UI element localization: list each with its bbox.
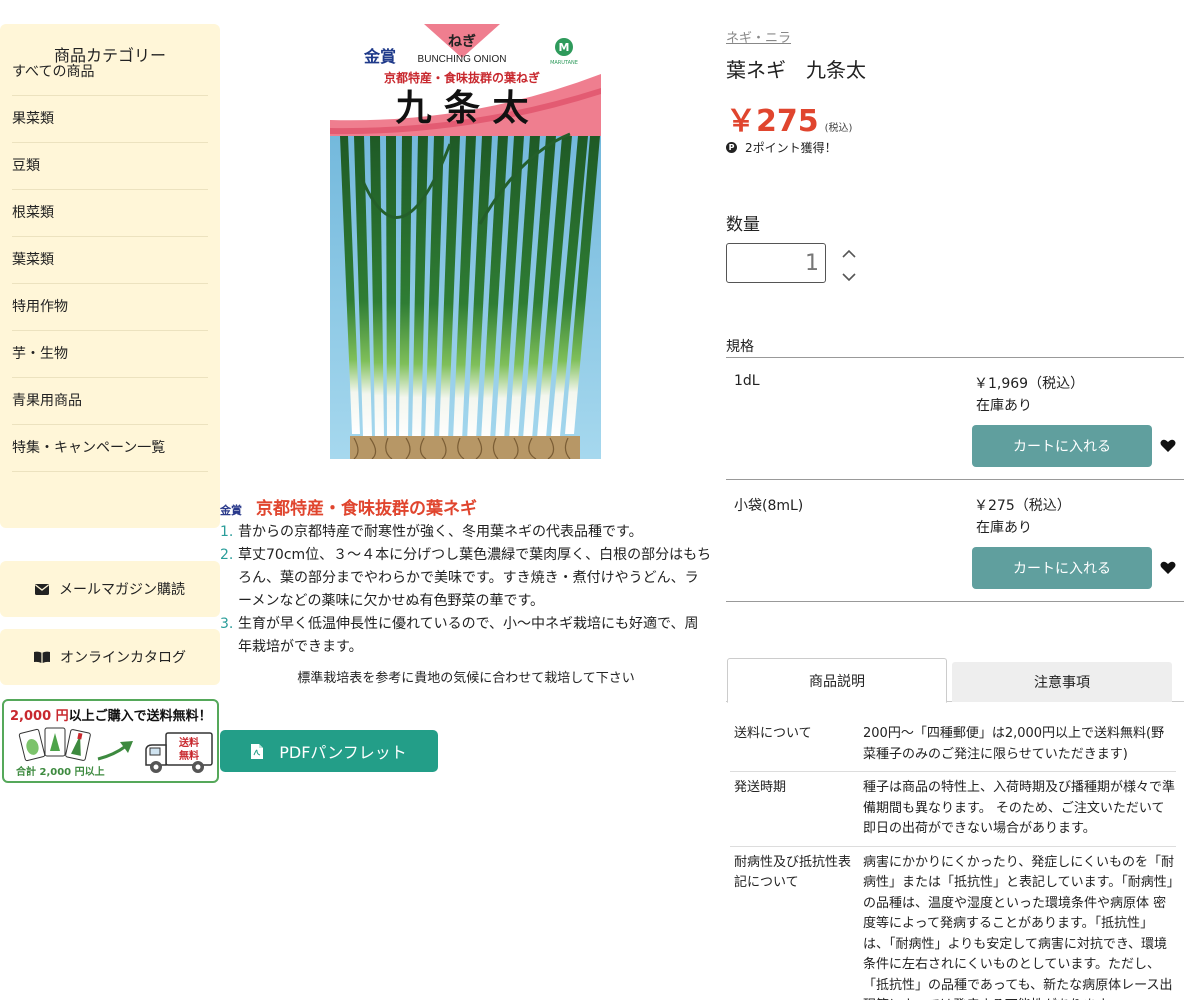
favorite-heart-icon[interactable]	[1160, 438, 1176, 454]
description-heading: 金賞 京都特産・食味抜群の葉ネギ	[220, 494, 720, 519]
feature-number: 1.	[220, 524, 234, 540]
info-value: 200円～「四種郵便」は2,000円以上で送料無料(野菜種子のみのご発注に限らせ…	[863, 726, 1165, 762]
variant-stock: 在庫あり	[976, 520, 1032, 536]
mail-magazine-button[interactable]: メールマガジン購読	[0, 561, 220, 617]
points-icon: P	[726, 142, 737, 153]
pdf-pamphlet-button[interactable]: PDFパンフレット	[220, 730, 438, 772]
feature-text: 生育が早く低温伸長性に優れているので、小～中ネギ栽培にも好適で、周年栽培ができま…	[238, 616, 699, 655]
info-key: 送料について	[734, 726, 812, 741]
free-shipping-banner[interactable]: 2,000 円以上ご購入で送料無料！ 送料 無料 合計 2,000 円以上	[2, 699, 219, 783]
variant-price: ￥1,969（税込）	[974, 376, 1085, 392]
quantity-input[interactable]	[726, 243, 826, 283]
tab-notes[interactable]: 注意事項	[952, 662, 1172, 702]
cultivation-note: 標準栽培表を参考に貴地の気候に合わせて栽培して下さい	[297, 671, 635, 686]
variant-price: ￥275（税込）	[974, 498, 1071, 514]
feature-list: 1. 昔からの京都特産で耐寒性が強く、冬用葉ネギの代表品種です。 2. 草丈70cm…	[220, 521, 712, 659]
category-item-campaigns[interactable]: 特集・キャンペーン一覧	[12, 425, 208, 472]
product-image: 金賞 ねぎ BUNCHING ONION M MARUTANE 京都特産・食味抜…	[330, 24, 601, 459]
open-book-icon	[34, 651, 50, 663]
package-variety: 九 条 太	[395, 87, 528, 129]
delivery-truck-icon: 送料 無料	[145, 732, 213, 773]
tab-description[interactable]: 商品説明	[727, 658, 947, 703]
quantity-increase-button[interactable]	[838, 244, 860, 262]
info-value: 種子は商品の特性上、入荷時期及び播種期が様々で準備期間も異なります。 そのため、…	[863, 780, 1176, 836]
quantity-label: 数量	[726, 215, 760, 235]
category-item-special-crops[interactable]: 特用作物	[12, 284, 208, 331]
product-tabs: 商品説明 注意事項	[726, 658, 1184, 703]
points-text: 2ポイント獲得！	[745, 141, 837, 155]
mail-magazine-label: メールマガジン購読	[59, 582, 185, 598]
arrow-icon	[97, 741, 133, 761]
category-list: すべての商品 果菜類 豆類 根菜類 葉菜類 特用作物 芋・生物 青果用商品 特集…	[0, 48, 220, 472]
free-shipping-line2: 無料	[179, 749, 199, 762]
product-price: ￥275	[726, 104, 819, 139]
breadcrumb-category-link[interactable]: ネギ・ニラ	[726, 27, 791, 46]
info-row: 送料について 200円～「四種郵便」は2,000円以上で送料無料(野菜種子のみの…	[730, 718, 1176, 772]
category-item-produce[interactable]: 青果用商品	[12, 378, 208, 425]
product-title: 葉ネギ 九条太	[726, 58, 866, 82]
add-to-cart-button[interactable]: カートに入れる	[972, 425, 1152, 467]
info-row: 発送時期 種子は商品の特性上、入荷時期及び播種期が様々で準備期間も異なります。 …	[730, 772, 1176, 847]
feature-text: 草丈70cm位、３～４本に分げつし葉色濃緑で葉肉厚く、白根の部分はもちろん、葉の…	[238, 547, 712, 609]
product-info-table: 送料について 200円～「四種郵便」は2,000円以上で送料無料(野菜種子のみの…	[730, 718, 1176, 1000]
feature-number: 3.	[220, 616, 234, 632]
banner-total-note: 合計 2,000 円以上	[16, 767, 105, 778]
brand-text: MARUTANE	[550, 60, 578, 66]
banner-headline-rest: 以上ご購入で送料無料！	[68, 709, 212, 724]
banner-headline: 2,000 円以上ご購入で送料無料！	[10, 705, 212, 724]
online-catalog-button[interactable]: オンラインカタログ	[0, 629, 220, 685]
category-item-beans[interactable]: 豆類	[12, 143, 208, 190]
category-item-fruit-vegetables[interactable]: 果菜類	[12, 96, 208, 143]
tax-note: (税込)	[824, 123, 853, 134]
info-row: 耐病性及び抵抗性表記について 病害にかかりにくかったり、発症しにくいものを「耐病…	[730, 847, 1176, 1000]
feature-text: 昔からの京都特産で耐寒性が強く、冬用葉ネギの代表品種です。	[238, 524, 643, 540]
package-tagline: 京都特産・食味抜群の葉ねぎ	[384, 70, 540, 85]
award-tag: 金賞	[220, 504, 242, 517]
package-crop-en: BUNCHING ONION	[418, 54, 507, 65]
chevron-down-icon	[842, 272, 856, 281]
feature-item: 2. 草丈70cm位、３～４本に分げつし葉色濃緑で葉肉厚く、白根の部分はもちろん、…	[220, 544, 712, 613]
spec-label: 規格	[726, 339, 754, 355]
banner-amount: 2,000 円	[10, 709, 69, 724]
variant-name: 小袋(8mL)	[734, 498, 804, 514]
add-to-cart-button[interactable]: カートに入れる	[972, 547, 1152, 589]
info-key: 耐病性及び抵抗性表記について	[734, 854, 852, 890]
seed-packet-illustration: 金賞 ねぎ BUNCHING ONION M MARUTANE 京都特産・食味抜…	[330, 24, 601, 459]
variant-row: 小袋(8mL) ￥275（税込） 在庫あり カートに入れる	[726, 480, 1184, 602]
pdf-file-icon	[251, 743, 264, 759]
brand-mark: M	[559, 41, 570, 54]
free-shipping-line1: 送料	[178, 736, 199, 749]
category-item-root-vegetables[interactable]: 根菜類	[12, 190, 208, 237]
favorite-heart-icon[interactable]	[1160, 560, 1176, 576]
pdf-pamphlet-label: PDFパンフレット	[279, 743, 407, 762]
chevron-up-icon	[842, 249, 856, 258]
category-item-leaf-vegetables[interactable]: 葉菜類	[12, 237, 208, 284]
info-value: 病害にかかりにくかったり、発症しにくいものを「耐病性」または「抵抗性」と表記して…	[863, 854, 1174, 1000]
envelope-icon	[35, 583, 49, 595]
variant-name: 1dL	[734, 373, 760, 389]
variant-row: 1dL ￥1,969（税込） 在庫あり カートに入れる	[726, 358, 1184, 480]
feature-number: 2.	[220, 547, 234, 563]
info-key: 発送時期	[734, 780, 787, 795]
variant-table: 1dL ￥1,969（税込） 在庫あり カートに入れる 小袋(8mL) ￥275…	[726, 357, 1184, 602]
category-sidebar: 商品カテゴリー すべての商品 果菜類 豆類 根菜類 葉菜類 特用作物 芋・生物 …	[0, 24, 220, 528]
price-row: ￥275 (税込)	[726, 96, 852, 140]
package-award: 金賞	[363, 47, 396, 66]
variant-stock: 在庫あり	[976, 398, 1032, 414]
online-catalog-label: オンラインカタログ	[60, 650, 186, 666]
feature-item: 3. 生育が早く低温伸長性に優れているので、小～中ネギ栽培にも好適で、周年栽培がで…	[220, 613, 712, 659]
feature-item: 1. 昔からの京都特産で耐寒性が強く、冬用葉ネギの代表品種です。	[220, 521, 712, 544]
quantity-decrease-button[interactable]	[838, 268, 860, 286]
package-crop-kana: ねぎ	[448, 33, 476, 50]
catchphrase: 京都特産・食味抜群の葉ネギ	[256, 499, 477, 519]
points-info: P 2ポイント獲得！	[726, 139, 837, 156]
seed-packets-icon	[18, 727, 91, 762]
category-item-tubers[interactable]: 芋・生物	[12, 331, 208, 378]
